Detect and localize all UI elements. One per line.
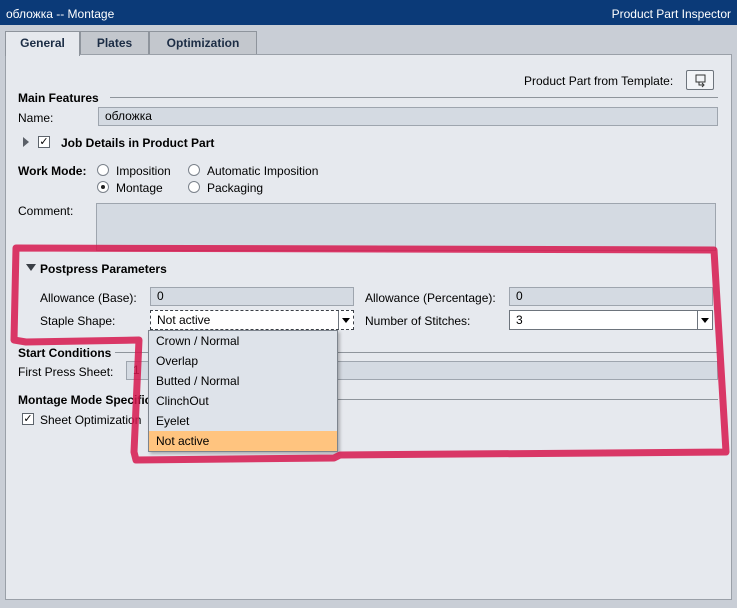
staple-shape-value: Not active bbox=[157, 313, 211, 327]
template-label: Product Part from Template: bbox=[524, 74, 674, 88]
stitches-label: Number of Stitches: bbox=[365, 314, 471, 328]
tab-plates[interactable]: Plates bbox=[80, 31, 149, 55]
staple-shape-dropdown-icon[interactable] bbox=[338, 311, 353, 329]
staple-option-overlap[interactable]: Overlap bbox=[149, 351, 337, 371]
job-details-expand-icon[interactable] bbox=[23, 137, 29, 147]
staple-option-eyelet[interactable]: Eyelet bbox=[149, 411, 337, 431]
tab-bar: General Plates Optimization bbox=[0, 25, 737, 56]
main-features-heading: Main Features bbox=[18, 91, 99, 105]
stitches-select[interactable]: 3 bbox=[509, 310, 713, 330]
main-features-divider bbox=[110, 97, 718, 98]
radio-packaging-label: Packaging bbox=[207, 181, 264, 195]
staple-option-not-active[interactable]: Not active bbox=[149, 431, 337, 451]
radio-montage[interactable] bbox=[97, 181, 109, 193]
comment-textarea[interactable] bbox=[96, 203, 716, 251]
work-mode-label: Work Mode: bbox=[18, 164, 87, 178]
staple-option-butted-normal[interactable]: Butted / Normal bbox=[149, 371, 337, 391]
radio-imposition[interactable] bbox=[97, 164, 109, 176]
tab-optimization[interactable]: Optimization bbox=[149, 31, 257, 55]
allowance-base-label: Allowance (Base): bbox=[40, 291, 137, 305]
general-panel: Product Part from Template: Main Feature… bbox=[5, 54, 732, 600]
staple-shape-select[interactable]: Not active bbox=[150, 310, 354, 330]
allowance-base-field[interactable]: 0 bbox=[150, 287, 354, 306]
staple-option-clinchout[interactable]: ClinchOut bbox=[149, 391, 337, 411]
allowance-percentage-label: Allowance (Percentage): bbox=[365, 291, 496, 305]
sheet-optimization-label: Sheet Optimization bbox=[40, 413, 142, 427]
radio-packaging[interactable] bbox=[188, 181, 200, 193]
allowance-percentage-field[interactable]: 0 bbox=[509, 287, 713, 306]
stitches-dropdown-icon[interactable] bbox=[697, 311, 712, 329]
staple-option-crown-normal[interactable]: Crown / Normal bbox=[149, 331, 337, 351]
name-label: Name: bbox=[18, 111, 54, 125]
inspector-title: Product Part Inspector bbox=[611, 7, 731, 21]
template-icon bbox=[695, 74, 706, 88]
stitches-value: 3 bbox=[516, 313, 523, 327]
staple-shape-label: Staple Shape: bbox=[40, 314, 116, 328]
radio-automatic-imposition[interactable] bbox=[188, 164, 200, 176]
postpress-heading: Postpress Parameters bbox=[40, 262, 167, 276]
name-field[interactable]: обложка bbox=[98, 107, 718, 126]
job-details-checkbox[interactable]: ✓ bbox=[38, 136, 50, 148]
template-button[interactable] bbox=[686, 70, 714, 90]
first-press-sheet-label: First Press Sheet: bbox=[18, 365, 114, 379]
comment-label: Comment: bbox=[18, 204, 74, 218]
montage-mode-heading: Montage Mode Specific bbox=[18, 393, 150, 407]
radio-automatic-imposition-label: Automatic Imposition bbox=[207, 164, 319, 178]
sheet-optimization-checkbox[interactable]: ✓ bbox=[22, 413, 34, 425]
radio-montage-label: Montage bbox=[116, 181, 163, 195]
tab-general[interactable]: General bbox=[5, 31, 80, 56]
window-titlebar: обложка -- Montage Product Part Inspecto… bbox=[0, 0, 737, 25]
window-title: обложка -- Montage bbox=[6, 7, 115, 21]
start-conditions-heading: Start Conditions bbox=[18, 346, 112, 360]
staple-shape-dropdown-list: Crown / Normal Overlap Butted / Normal C… bbox=[148, 330, 338, 452]
postpress-collapse-icon[interactable] bbox=[26, 264, 36, 271]
job-details-label: Job Details in Product Part bbox=[61, 136, 215, 150]
radio-imposition-label: Imposition bbox=[116, 164, 171, 178]
